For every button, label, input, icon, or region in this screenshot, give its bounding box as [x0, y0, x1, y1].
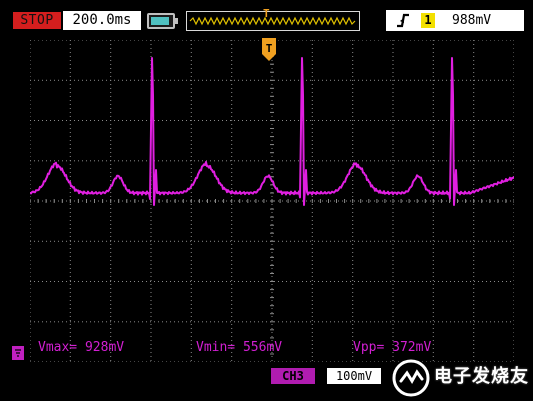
oscilloscope-display: STOP 200.0ms T 1 988mV T Vmax= 928mV Vmi… [0, 0, 533, 401]
channel-3-ground-marker-icon[interactable] [12, 346, 24, 360]
trigger-position-label: T [266, 42, 273, 55]
vmax-measurement: Vmax= 928mV [38, 340, 125, 355]
status-bar: STOP 200.0ms T 1 988mV [0, 0, 533, 33]
vmin-measurement: Vmin= 556mV [196, 340, 283, 355]
graticule-grid [30, 40, 514, 362]
trigger-time-marker: T [263, 7, 270, 20]
run-stop-indicator[interactable]: STOP [13, 12, 61, 29]
memory-depth-bar[interactable] [186, 11, 360, 31]
watermark-text: 电子发烧友 [434, 366, 529, 387]
watermark: 电子发烧友 [392, 357, 533, 401]
vpp-measurement: Vpp= 372mV [353, 340, 432, 355]
channel-3-badge[interactable]: CH3 [271, 368, 315, 384]
watermark-logo-icon [392, 359, 430, 397]
trigger-panel[interactable]: 1 988mV [386, 10, 524, 31]
timebase-readout[interactable]: 200.0ms [63, 11, 141, 30]
trigger-position-marker-icon[interactable]: T [261, 38, 277, 62]
trigger-channel-badge: 1 [421, 13, 435, 28]
battery-icon [147, 13, 178, 29]
graticule-and-trace [30, 40, 514, 362]
rising-edge-icon [397, 13, 409, 28]
channel-3-scale[interactable]: 100mV [327, 368, 381, 384]
left-margin [0, 33, 12, 389]
waveform-screen[interactable] [30, 40, 514, 362]
trigger-level-readout: 988mV [452, 13, 492, 28]
memory-waveform-icon [189, 16, 356, 26]
